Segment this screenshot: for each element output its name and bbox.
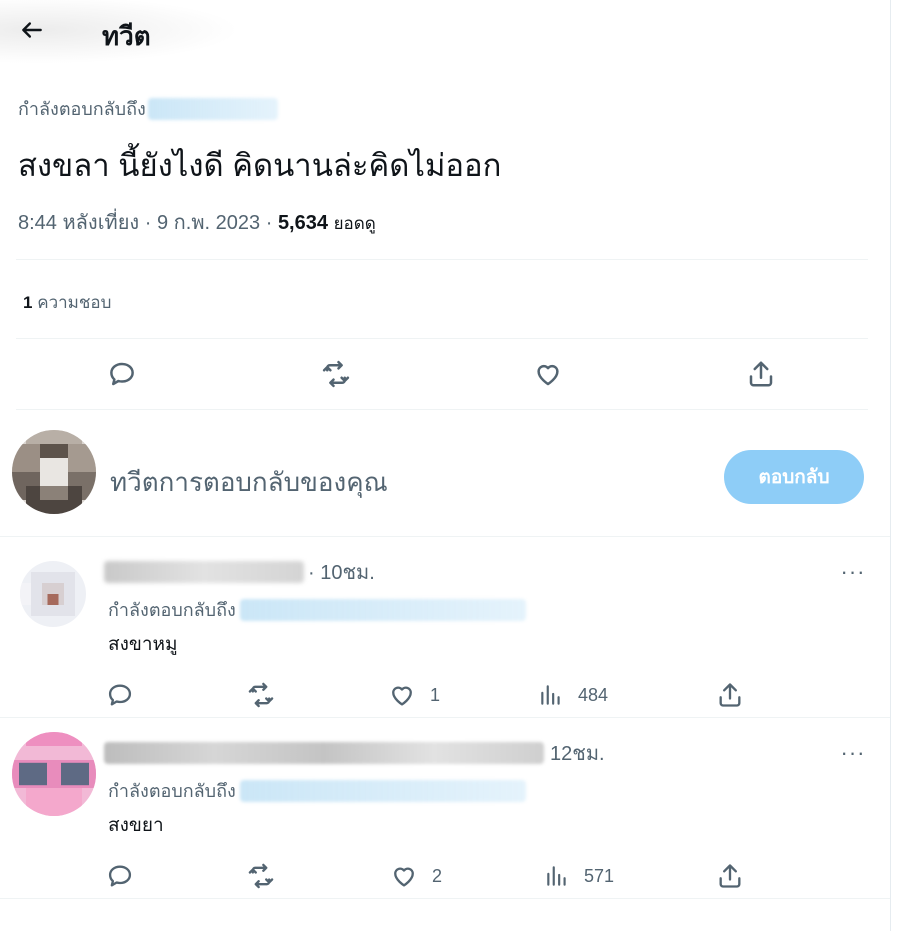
retweet-action-button[interactable] — [318, 356, 354, 392]
divider — [16, 338, 868, 339]
likes-count: 1 — [23, 293, 33, 312]
redacted-author-name[interactable] — [104, 561, 304, 583]
redacted-handle-link[interactable] — [239, 598, 526, 621]
comment-icon — [108, 684, 132, 706]
reply-tweet[interactable]: 12ชม. ··· กำลังตอบกลับถึง สงขยา 2 571 — [0, 718, 890, 898]
tweet-action-bar — [16, 340, 868, 408]
heart-icon — [537, 364, 559, 386]
reply-text: สงขยา — [108, 815, 164, 836]
column-border — [890, 0, 891, 931]
like-count: 1 — [430, 684, 441, 705]
share-action-button[interactable] — [716, 677, 744, 713]
divider — [0, 898, 890, 899]
tweet-text: สงขลา นี้ยังไงดี คิดนานล่ะคิดไม่ออก — [18, 148, 502, 183]
view-count: 484 — [578, 684, 609, 705]
replying-to: กำลังตอบกลับถึง — [108, 776, 526, 805]
redacted-handle-link[interactable] — [239, 779, 526, 802]
reply-submit-button[interactable]: ตอบกลับ — [724, 450, 864, 504]
avatar[interactable] — [12, 732, 96, 816]
retweet-action-button[interactable] — [246, 677, 276, 713]
replying-to: กำลังตอบกลับถึง — [108, 595, 526, 624]
retweet-icon — [248, 682, 274, 708]
retweet-action-button[interactable] — [246, 858, 276, 894]
avatar-image — [12, 430, 96, 514]
arrow-left-icon — [22, 22, 42, 38]
replying-to: กำลังตอบกลับถึง — [18, 94, 278, 123]
like-count: 2 — [432, 865, 443, 886]
more-options-button[interactable]: ··· — [836, 555, 870, 589]
replying-to-label: กำลังตอบกลับถึง — [108, 600, 236, 620]
share-icon — [719, 683, 741, 707]
like-action-button[interactable] — [530, 356, 566, 392]
retweet-icon — [322, 360, 350, 388]
header: ทวีต — [0, 0, 890, 64]
reply-author[interactable]: 12ชม. — [104, 742, 605, 765]
page-title: ทวีต — [102, 21, 151, 51]
tweet-date[interactable]: 9 ก.พ. 2023 — [157, 212, 260, 234]
compose-reply: ทวีตการตอบกลับของคุณ ตอบกลับ — [0, 410, 890, 536]
reply-text: สงขาหมู — [108, 634, 178, 655]
reply-action-button[interactable] — [106, 677, 134, 713]
comment-icon — [108, 865, 132, 887]
compose-input[interactable]: ทวีตการตอบกลับของคุณ — [110, 462, 388, 503]
avatar-image — [20, 561, 86, 627]
reply-action-button[interactable] — [104, 356, 140, 392]
avatar[interactable] — [20, 561, 86, 627]
share-icon — [749, 361, 773, 387]
reply-time[interactable]: · 10ชม. — [308, 556, 375, 588]
replying-to-label: กำลังตอบกลับถึง — [18, 99, 146, 119]
tweet-time[interactable]: 8:44 หลังเที่ยง — [18, 212, 139, 234]
tweet-views-count: 5,634 — [277, 212, 328, 234]
views-action-button[interactable]: 484 — [538, 677, 608, 713]
reply-time[interactable]: 12ชม. — [550, 737, 605, 769]
heart-icon — [392, 686, 412, 706]
avatar[interactable] — [12, 430, 96, 514]
like-action-button[interactable]: 1 — [388, 677, 440, 713]
replying-to-label: กำลังตอบกลับถึง — [108, 781, 236, 801]
divider — [16, 259, 868, 260]
like-action-button[interactable]: 2 — [390, 858, 442, 894]
view-count: 571 — [584, 865, 615, 886]
views-action-button[interactable]: 571 — [544, 858, 614, 894]
redacted-author-name[interactable] — [104, 742, 544, 764]
redacted-handle-link[interactable] — [147, 97, 278, 120]
reply-action-button[interactable] — [106, 858, 134, 894]
share-action-button[interactable] — [743, 356, 779, 392]
reply-action-bar: 2 571 — [100, 858, 780, 894]
more-icon: ··· — [840, 740, 866, 765]
reply-action-bar: 1 484 — [100, 677, 780, 713]
heart-icon — [394, 867, 414, 887]
analytics-icon — [541, 685, 560, 705]
comment-icon — [110, 362, 134, 386]
avatar-image — [12, 732, 96, 816]
analytics-icon — [547, 866, 566, 886]
tweet-views-label: ยอดดู — [333, 214, 376, 233]
reply-tweet[interactable]: · 10ชม. ··· กำลังตอบกลับถึง สงขาหมู 1 48… — [0, 537, 890, 717]
meta-separator: · — [265, 212, 273, 234]
tweet-meta: 8:44 หลังเที่ยง · 9 ก.พ. 2023 · 5,634 ยอ… — [18, 206, 376, 238]
likes-summary[interactable]: 1 ความชอบ — [23, 289, 111, 316]
retweet-icon — [248, 863, 274, 889]
more-icon: ··· — [840, 559, 866, 584]
meta-separator: · — [144, 212, 152, 234]
reply-author[interactable]: · 10ชม. — [104, 561, 375, 584]
likes-label: ความชอบ — [37, 293, 112, 312]
share-action-button[interactable] — [716, 858, 744, 894]
share-icon — [719, 864, 741, 888]
more-options-button[interactable]: ··· — [836, 736, 870, 770]
back-button[interactable] — [14, 12, 50, 48]
